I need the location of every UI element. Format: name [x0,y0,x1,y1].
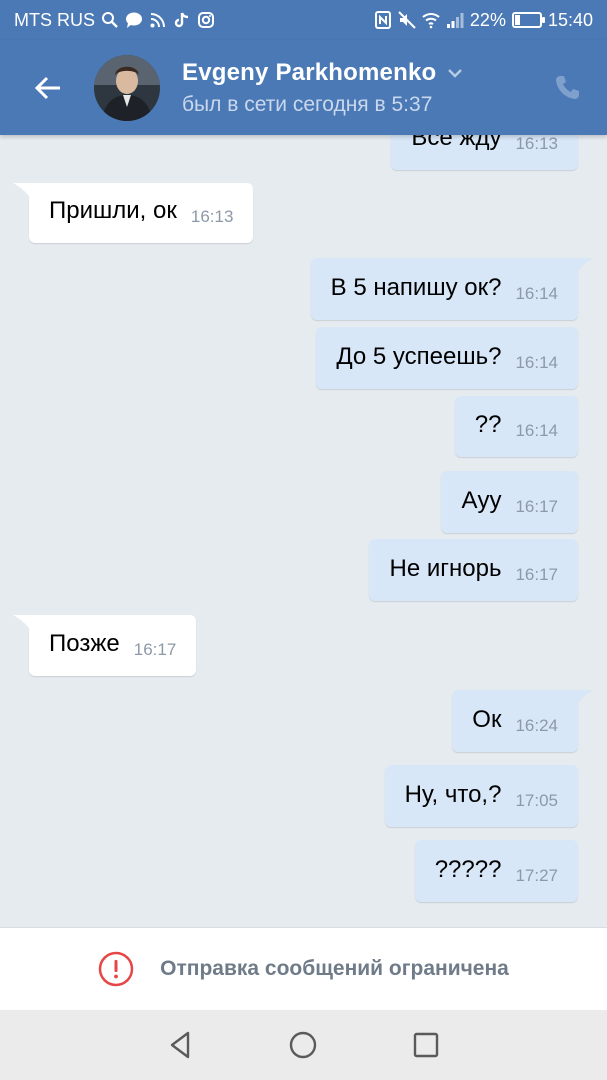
restriction-text: Отправка сообщений ограничена [160,957,509,980]
message-time: 16:24 [515,716,558,735]
wifi-icon [422,11,440,29]
last-seen-status: был в сети сегодня в 5:37 [182,92,433,116]
clock: 15:40 [547,9,593,30]
incoming-message[interactable]: Позже 16:17 [13,615,197,676]
incoming-message[interactable]: Пришли, ок 16:13 [13,183,254,243]
outgoing-message[interactable]: ?? 16:14 [454,396,578,457]
message-time: 16:13 [190,207,234,226]
message-time: 16:13 [515,135,558,153]
message-time: 17:27 [515,866,558,885]
contact-name: Evgeny Parkhomenko [182,58,437,86]
outgoing-message[interactable]: Ок 16:24 [452,690,594,752]
chevron-down-icon [448,68,463,78]
chat-title-block[interactable]: Evgeny Parkhomenko был в сети сегодня в … [182,59,527,117]
instagram-icon [197,11,215,29]
bubble-tail [13,615,33,633]
arrow-left-icon [34,76,60,99]
circle-home-icon [290,1031,317,1059]
call-button[interactable] [527,40,607,135]
carrier-label: MTS RUS [14,9,95,30]
chat-icon [125,11,143,29]
phone-icon [556,75,579,99]
bubble-tail [574,690,594,708]
message-text: Позже [49,630,120,657]
restriction-banner: Отправка сообщений ограничена [0,927,607,1010]
message-time: 17:05 [515,791,558,810]
message-time: 16:17 [515,497,558,516]
message-text: Не игнорь [389,555,502,582]
message-text: До 5 успеешь? [336,343,502,370]
nfc-icon [374,11,392,29]
system-nav-bar [0,1010,607,1080]
message-text: Все жду [411,135,502,151]
message-text: Ну, что,? [404,781,502,808]
message-text: Ок [472,706,502,733]
outgoing-message[interactable]: Не игнорь 16:17 [369,539,578,601]
bubble-tail [574,258,594,276]
message-text: В 5 напишу ок? [330,274,502,301]
mute-icon [398,11,416,29]
chat-header: Evgeny Parkhomenko был в сети сегодня в … [0,40,607,135]
outgoing-message[interactable]: ????? 17:27 [414,840,578,902]
avatar[interactable] [94,54,160,121]
outgoing-message[interactable]: Ну, что,? 17:05 [384,765,578,827]
outgoing-message[interactable]: Все жду 16:13 [391,135,578,170]
nav-back-button[interactable] [161,1025,201,1065]
rss-icon [149,11,167,29]
signal-icon [446,11,464,29]
back-button[interactable] [0,40,96,135]
message-time: 16:17 [515,565,558,584]
message-time: 16:17 [133,640,177,659]
bubble-tail [13,183,33,201]
message-list[interactable]: Все жду 16:13 Пришли, ок 16:13 В 5 напишу ок… [0,135,607,927]
message-time: 16:14 [515,421,558,440]
outgoing-message[interactable]: До 5 успеешь? 16:14 [316,327,578,389]
message-text: ????? [434,856,502,883]
message-text: ?? [474,411,502,438]
message-time: 16:14 [515,284,558,303]
battery-icon [511,12,545,28]
status-bar: MTS RUS 22% 15:40 [0,0,607,40]
message-text: Пришли, ок [49,197,177,224]
tiktok-icon [173,11,191,29]
triangle-back-icon [170,1031,190,1059]
nav-home-button[interactable] [283,1025,323,1065]
search-icon [101,11,119,29]
message-time: 16:14 [515,353,558,372]
alert-circle-icon [98,951,134,987]
square-recents-icon [413,1032,439,1058]
battery-percent: 22% [469,9,506,30]
nav-recents-button[interactable] [406,1025,446,1065]
outgoing-message[interactable]: В 5 напишу ок? 16:14 [310,258,594,320]
message-text: Аyy [461,487,502,514]
outgoing-message[interactable]: Аyy 16:17 [441,471,578,533]
